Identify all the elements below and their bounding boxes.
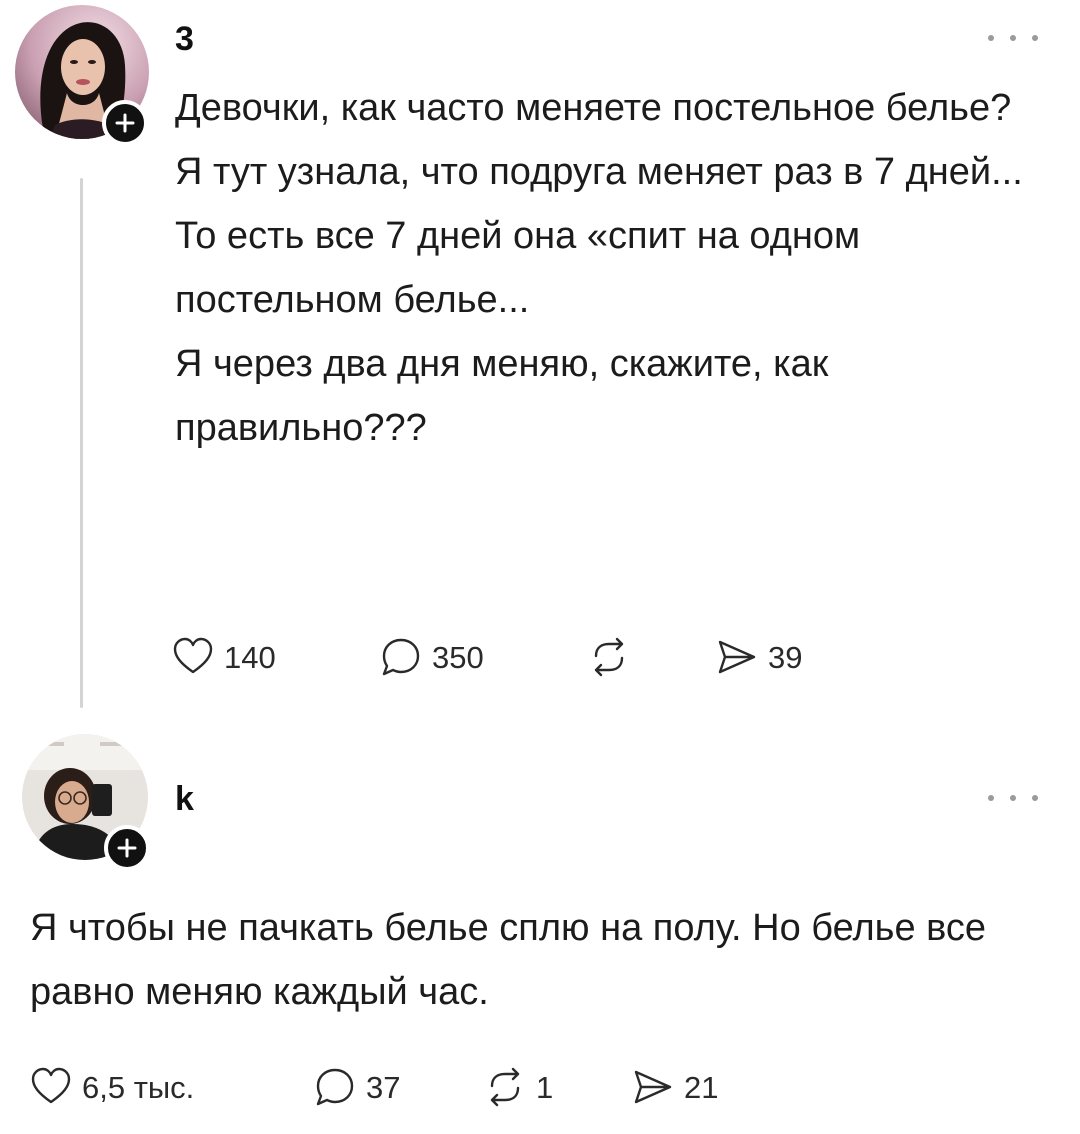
follow-button[interactable] xyxy=(102,100,148,146)
thread-line xyxy=(80,178,83,708)
repost-count: 1 xyxy=(536,1069,554,1105)
ellipsis-icon xyxy=(988,795,994,801)
post-paragraph: Я через два дня меняю, скажите, как прав… xyxy=(175,343,829,449)
username[interactable]: 3 xyxy=(175,22,194,56)
ellipsis-dot xyxy=(1010,35,1016,41)
more-options-button[interactable] xyxy=(988,28,1038,48)
share-count: 21 xyxy=(684,1069,719,1105)
repost-arrows-icon xyxy=(594,637,624,677)
send-icon xyxy=(634,1070,672,1104)
comment-count: 37 xyxy=(366,1069,401,1105)
post-1: 3 Девочки, как часто меняете постельное … xyxy=(0,0,1080,720)
comment-button[interactable]: 37 xyxy=(314,1066,484,1108)
like-count: 6,5 тыс. xyxy=(82,1069,195,1105)
post-body: Девочки, как часто меняете постельное бе… xyxy=(175,76,1055,460)
post-paragraph: Я чтобы не пачкать белье сплю на полу. Н… xyxy=(30,907,987,1013)
ellipsis-dot xyxy=(1032,35,1038,41)
repost-button[interactable] xyxy=(588,636,716,678)
ellipsis-icon xyxy=(988,35,994,41)
speech-bubble-icon xyxy=(382,638,420,676)
post-2: k Я чтобы не пачкать белье сплю на полу.… xyxy=(0,720,1080,1134)
post-paragraph: Я тут узнала, что подруга меняет раз в 7… xyxy=(175,151,1023,193)
username[interactable]: k xyxy=(175,782,194,816)
plus-icon xyxy=(115,113,135,133)
ellipsis-dot xyxy=(1032,795,1038,801)
plus-icon xyxy=(117,838,137,858)
like-button[interactable]: 140 xyxy=(172,636,380,678)
speech-bubble-icon xyxy=(316,1068,354,1106)
repost-arrows-icon xyxy=(490,1067,520,1107)
post-body: Я чтобы не пачкать белье сплю на полу. Н… xyxy=(30,896,990,1024)
post-actions: 6,5 тыс. 37 1 21 xyxy=(30,1066,718,1108)
like-button[interactable]: 6,5 тыс. xyxy=(30,1066,314,1108)
post-paragraph: Девочки, как часто меняете постельное бе… xyxy=(175,87,1012,129)
post-paragraph: То есть все 7 дней она «спит на одном по… xyxy=(175,215,861,321)
ellipsis-dot xyxy=(1010,795,1016,801)
comment-count: 350 xyxy=(432,639,484,675)
post-actions: 140 350 39 xyxy=(172,636,802,678)
like-count: 140 xyxy=(224,639,276,675)
repost-button[interactable]: 1 xyxy=(484,1066,632,1108)
heart-icon xyxy=(31,1067,71,1104)
send-icon xyxy=(718,640,756,674)
follow-button[interactable] xyxy=(104,825,150,871)
heart-icon xyxy=(173,637,213,674)
comment-button[interactable]: 350 xyxy=(380,636,588,678)
share-count: 39 xyxy=(768,639,803,675)
share-button[interactable]: 39 xyxy=(716,636,802,678)
more-options-button[interactable] xyxy=(988,788,1038,808)
share-button[interactable]: 21 xyxy=(632,1066,718,1108)
